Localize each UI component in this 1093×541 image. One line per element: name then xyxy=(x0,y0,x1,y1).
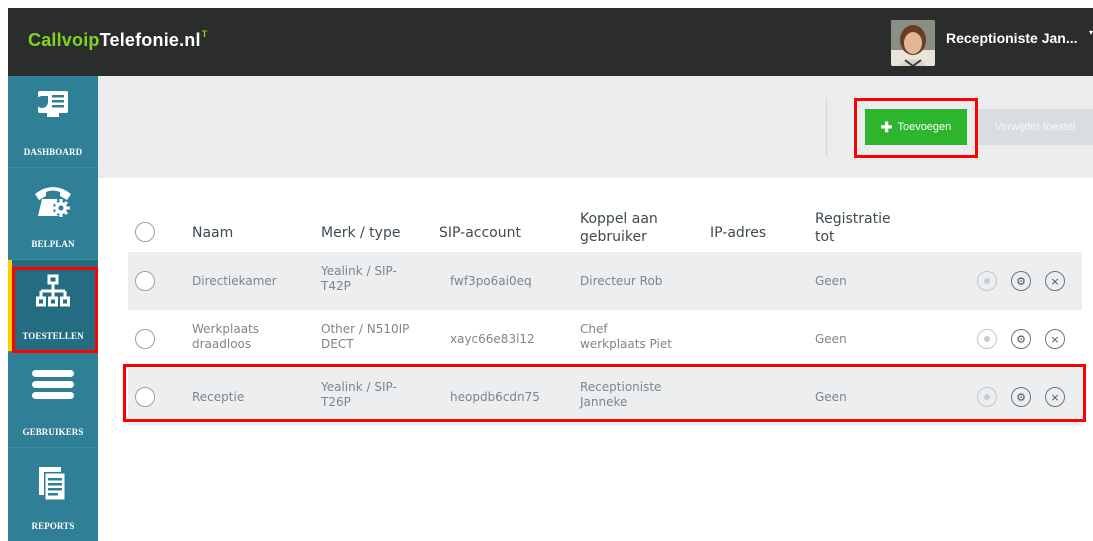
cell-koppel-line1: Chef xyxy=(580,322,608,336)
sidebar-item-label: BELPLAN xyxy=(31,239,75,249)
gear-icon[interactable]: ⚙ xyxy=(1011,329,1031,349)
close-icon[interactable]: × xyxy=(1045,271,1065,291)
cell-registratie: Geen xyxy=(815,390,847,404)
cell-naam: Receptie xyxy=(192,390,245,404)
logo-superscript: T xyxy=(201,29,208,39)
sidebar-item-gebruikers[interactable]: GEBRUIKERS xyxy=(8,352,98,448)
cell-sip: fwf3po6ai0eq xyxy=(450,274,532,288)
cell-koppel: Chef werkplaats Piet xyxy=(580,322,672,352)
sidebar-item-toestellen[interactable]: TOESTELLEN xyxy=(8,260,98,352)
username[interactable]: Receptioniste Jan... xyxy=(946,30,1077,46)
logo-callvoip: Callvoip xyxy=(28,30,100,50)
sidebar-item-reports[interactable]: REPORTS xyxy=(8,448,98,541)
cell-naam: Werkplaats draadloos xyxy=(192,322,259,352)
cell-merk: Yealink / SIP- T42P xyxy=(321,264,397,294)
logo[interactable]: CallvoipTelefonie.nlT xyxy=(28,29,208,51)
cell-naam: Directiekamer xyxy=(192,274,277,288)
column-header-sip[interactable]: SIP-account xyxy=(439,224,521,242)
phone-settings-icon xyxy=(33,182,73,222)
table-header: Naam Merk / type SIP-account Koppel aan … xyxy=(128,202,1082,252)
reports-icon xyxy=(38,466,68,506)
sidebar-item-label: REPORTS xyxy=(31,521,75,531)
table-row[interactable]: Werkplaats draadloos Other / N510IP DECT… xyxy=(128,310,1082,368)
cell-merk-line1: Yealink / SIP- xyxy=(321,264,397,278)
gear-icon[interactable]: ⚙ xyxy=(1011,387,1031,407)
table-row[interactable]: Directiekamer Yealink / SIP- T42P fwf3po… xyxy=(128,252,1082,310)
cell-koppel-line2: werkplaats Piet xyxy=(580,337,672,351)
column-header-merk[interactable]: Merk / type xyxy=(321,224,400,242)
record-icon[interactable] xyxy=(977,387,997,407)
sidebar-item-label: GEBRUIKERS xyxy=(22,427,84,437)
cell-koppel: Receptioniste Janneke xyxy=(580,380,661,410)
delete-device-button[interactable]: Verwijder toestel xyxy=(977,109,1093,145)
record-icon[interactable] xyxy=(977,271,997,291)
cell-sip: heopdb6cdn75 xyxy=(450,390,540,404)
cell-merk-line2: DECT xyxy=(321,337,354,351)
cell-registratie: Geen xyxy=(815,274,847,288)
row-select-radio[interactable] xyxy=(135,271,155,291)
select-all-radio[interactable] xyxy=(135,222,155,242)
top-header: CallvoipTelefonie.nlT Receptioniste Jan.… xyxy=(8,8,1093,76)
column-header-naam[interactable]: Naam xyxy=(192,224,233,242)
cell-merk-line2: T26P xyxy=(321,395,351,409)
table-row[interactable]: Receptie Yealink / SIP- T26P heopdb6cdn7… xyxy=(128,368,1082,426)
toolbar-divider xyxy=(826,98,827,156)
chevron-down-icon[interactable]: ▾ xyxy=(1089,28,1093,37)
cell-registratie: Geen xyxy=(815,332,847,346)
row-select-radio[interactable] xyxy=(135,329,155,349)
add-device-button[interactable]: ✚ Toevoegen xyxy=(865,109,967,145)
cell-naam-line1: Werkplaats xyxy=(192,322,260,336)
close-icon[interactable]: × xyxy=(1045,329,1065,349)
sidebar-item-label: TOESTELLEN xyxy=(22,331,84,341)
cell-merk-line1: Yealink / SIP- xyxy=(321,380,397,394)
row-select-radio[interactable] xyxy=(135,387,155,407)
logo-telefonie: Telefonie.nl xyxy=(99,30,201,50)
add-button-label: Toevoegen xyxy=(897,121,952,133)
column-header-koppel[interactable]: Koppel aan gebruiker xyxy=(580,210,658,246)
column-header-registratie-line1: Registratie xyxy=(815,211,891,227)
sidebar: DASHBOARD BELPLAN TOESTELLEN GEBRUIKERS … xyxy=(8,76,98,541)
plus-icon: ✚ xyxy=(880,119,893,135)
column-header-registratie-line2: tot xyxy=(815,229,835,245)
column-header-registratie[interactable]: Registratie tot xyxy=(815,210,891,246)
cell-merk-line2: T42P xyxy=(321,279,351,293)
column-header-ip[interactable]: IP-adres xyxy=(710,224,766,242)
dashboard-icon xyxy=(36,90,69,122)
toolbar: ✚ Toevoegen Verwijder toestel xyxy=(98,76,1093,178)
sidebar-item-label: DASHBOARD xyxy=(23,147,83,157)
column-header-koppel-line1: Koppel aan xyxy=(580,211,658,227)
sidebar-item-dashboard[interactable]: DASHBOARD xyxy=(8,76,98,168)
column-header-koppel-line2: gebruiker xyxy=(580,229,647,245)
cell-merk: Other / N510IP DECT xyxy=(321,322,409,352)
sidebar-item-belplan[interactable]: BELPLAN xyxy=(8,168,98,260)
cell-merk: Yealink / SIP- T26P xyxy=(321,380,397,410)
cell-koppel: Directeur Rob xyxy=(580,274,663,288)
network-tree-icon xyxy=(36,274,70,312)
close-icon[interactable]: × xyxy=(1045,387,1065,407)
users-menu-icon xyxy=(31,368,75,406)
cell-merk-line1: Other / N510IP xyxy=(321,322,410,336)
cell-koppel-line1: Receptioniste xyxy=(580,380,662,394)
cell-sip: xayc66e83l12 xyxy=(450,332,535,346)
delete-button-label: Verwijder toestel xyxy=(994,121,1076,133)
avatar[interactable] xyxy=(891,20,935,66)
cell-naam-line2: draadloos xyxy=(192,337,252,351)
cell-koppel-line2: Janneke xyxy=(580,395,628,409)
record-icon[interactable] xyxy=(977,329,997,349)
gear-icon[interactable]: ⚙ xyxy=(1011,271,1031,291)
